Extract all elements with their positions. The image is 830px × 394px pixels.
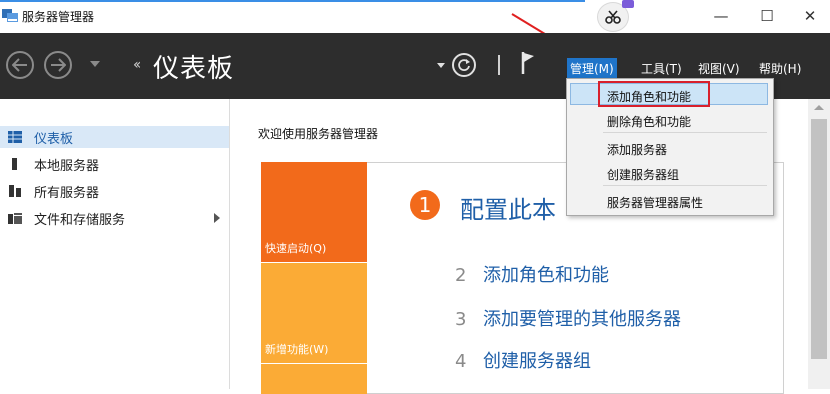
notifications-flag-icon[interactable] bbox=[521, 51, 535, 75]
menu-separator bbox=[603, 132, 767, 133]
step-number: 2 bbox=[455, 265, 467, 286]
header-separator bbox=[498, 55, 500, 75]
server-manager-app-icon bbox=[2, 9, 18, 22]
learn-more-tile[interactable] bbox=[261, 364, 367, 394]
back-arrow-icon bbox=[12, 58, 27, 72]
breadcrumb-dropdown-caret[interactable] bbox=[437, 63, 445, 68]
scroll-up-arrow-icon[interactable] bbox=[814, 105, 824, 110]
window-title: 服务器管理器 bbox=[22, 10, 95, 24]
step-label: 添加要管理的其他服务器 bbox=[483, 309, 681, 330]
step1-link[interactable]: 配置此本 bbox=[460, 190, 556, 225]
menu-separator bbox=[603, 185, 767, 186]
sidebar-item-file-storage[interactable]: 文件和存储服务 bbox=[0, 207, 229, 229]
servers-icon bbox=[9, 185, 21, 197]
step-add-roles-link[interactable]: 2 添加角色和功能 bbox=[455, 261, 609, 287]
expand-arrow-icon[interactable] bbox=[214, 213, 220, 223]
close-button[interactable]: ✕ bbox=[795, 4, 825, 28]
step-add-servers-link[interactable]: 3 添加要管理的其他服务器 bbox=[455, 305, 681, 331]
quick-start-tile[interactable]: 快速启动(Q) bbox=[261, 162, 367, 262]
menu-item-create-group[interactable]: 创建服务器组 bbox=[607, 166, 679, 183]
step-number: 3 bbox=[455, 309, 467, 330]
sidebar-item-dashboard[interactable]: 仪表板 bbox=[0, 126, 229, 148]
welcome-heading: 欢迎使用服务器管理器 bbox=[258, 127, 379, 141]
quick-start-label: 快速启动(Q) bbox=[265, 242, 327, 255]
dashboard-grid-icon bbox=[8, 131, 22, 143]
step-label: 添加角色和功能 bbox=[483, 265, 609, 286]
step-create-group-link[interactable]: 4 创建服务器组 bbox=[455, 347, 591, 373]
menu-help[interactable]: 帮助(H) bbox=[759, 60, 801, 77]
step-label: 创建服务器组 bbox=[483, 351, 591, 372]
forward-button[interactable] bbox=[44, 51, 72, 79]
refresh-icon bbox=[458, 59, 470, 71]
breadcrumb-title: 仪表板 bbox=[153, 54, 235, 84]
maximize-button[interactable]: ☐ bbox=[752, 4, 782, 28]
breadcrumb-arrows-icon: ‹‹ bbox=[133, 57, 141, 73]
menu-tools[interactable]: 工具(T) bbox=[641, 60, 682, 77]
menu-item-add-roles[interactable]: 添加角色和功能 bbox=[607, 88, 691, 105]
menu-item-properties[interactable]: 服务器管理器属性 bbox=[607, 194, 703, 211]
menu-manage[interactable]: 管理(M) bbox=[567, 58, 617, 79]
menu-item-remove-roles[interactable]: 删除角色和功能 bbox=[607, 113, 691, 130]
history-dropdown-caret[interactable] bbox=[90, 61, 100, 67]
scissors-icon bbox=[605, 10, 621, 24]
sidebar: 仪表板 本地服务器 所有服务器 文件和存储服务 bbox=[0, 99, 230, 389]
title-bar: 服务器管理器 — ☐ ✕ bbox=[0, 0, 830, 33]
manage-dropdown-menu: 添加角色和功能 删除角色和功能 添加服务器 创建服务器组 服务器管理器属性 bbox=[566, 78, 774, 216]
menu-view[interactable]: 视图(V) bbox=[698, 60, 740, 77]
sidebar-item-label: 仪表板 bbox=[34, 131, 74, 147]
sidebar-item-label: 本地服务器 bbox=[34, 158, 100, 174]
menu-item-add-servers[interactable]: 添加服务器 bbox=[607, 141, 667, 158]
forward-arrow-icon bbox=[51, 58, 66, 72]
minimize-button[interactable]: — bbox=[706, 4, 736, 28]
refresh-button[interactable] bbox=[452, 53, 476, 77]
server-icon bbox=[12, 158, 17, 170]
sidebar-item-label: 文件和存储服务 bbox=[34, 212, 126, 228]
scroll-thumb[interactable] bbox=[811, 119, 827, 359]
vertical-scrollbar[interactable] bbox=[808, 99, 830, 389]
step1-number-badge: 1 bbox=[410, 190, 440, 220]
step-number: 4 bbox=[455, 351, 467, 372]
snipping-tool-badge bbox=[622, 0, 634, 8]
title-bar-accent-line bbox=[0, 0, 585, 2]
sidebar-item-label: 所有服务器 bbox=[34, 185, 100, 201]
sidebar-item-all-servers[interactable]: 所有服务器 bbox=[0, 180, 229, 202]
storage-icon bbox=[8, 213, 22, 224]
back-button[interactable] bbox=[6, 51, 34, 79]
whats-new-label: 新增功能(W) bbox=[265, 343, 329, 356]
whats-new-tile[interactable]: 新增功能(W) bbox=[261, 263, 367, 363]
sidebar-item-local-server[interactable]: 本地服务器 bbox=[0, 153, 229, 175]
